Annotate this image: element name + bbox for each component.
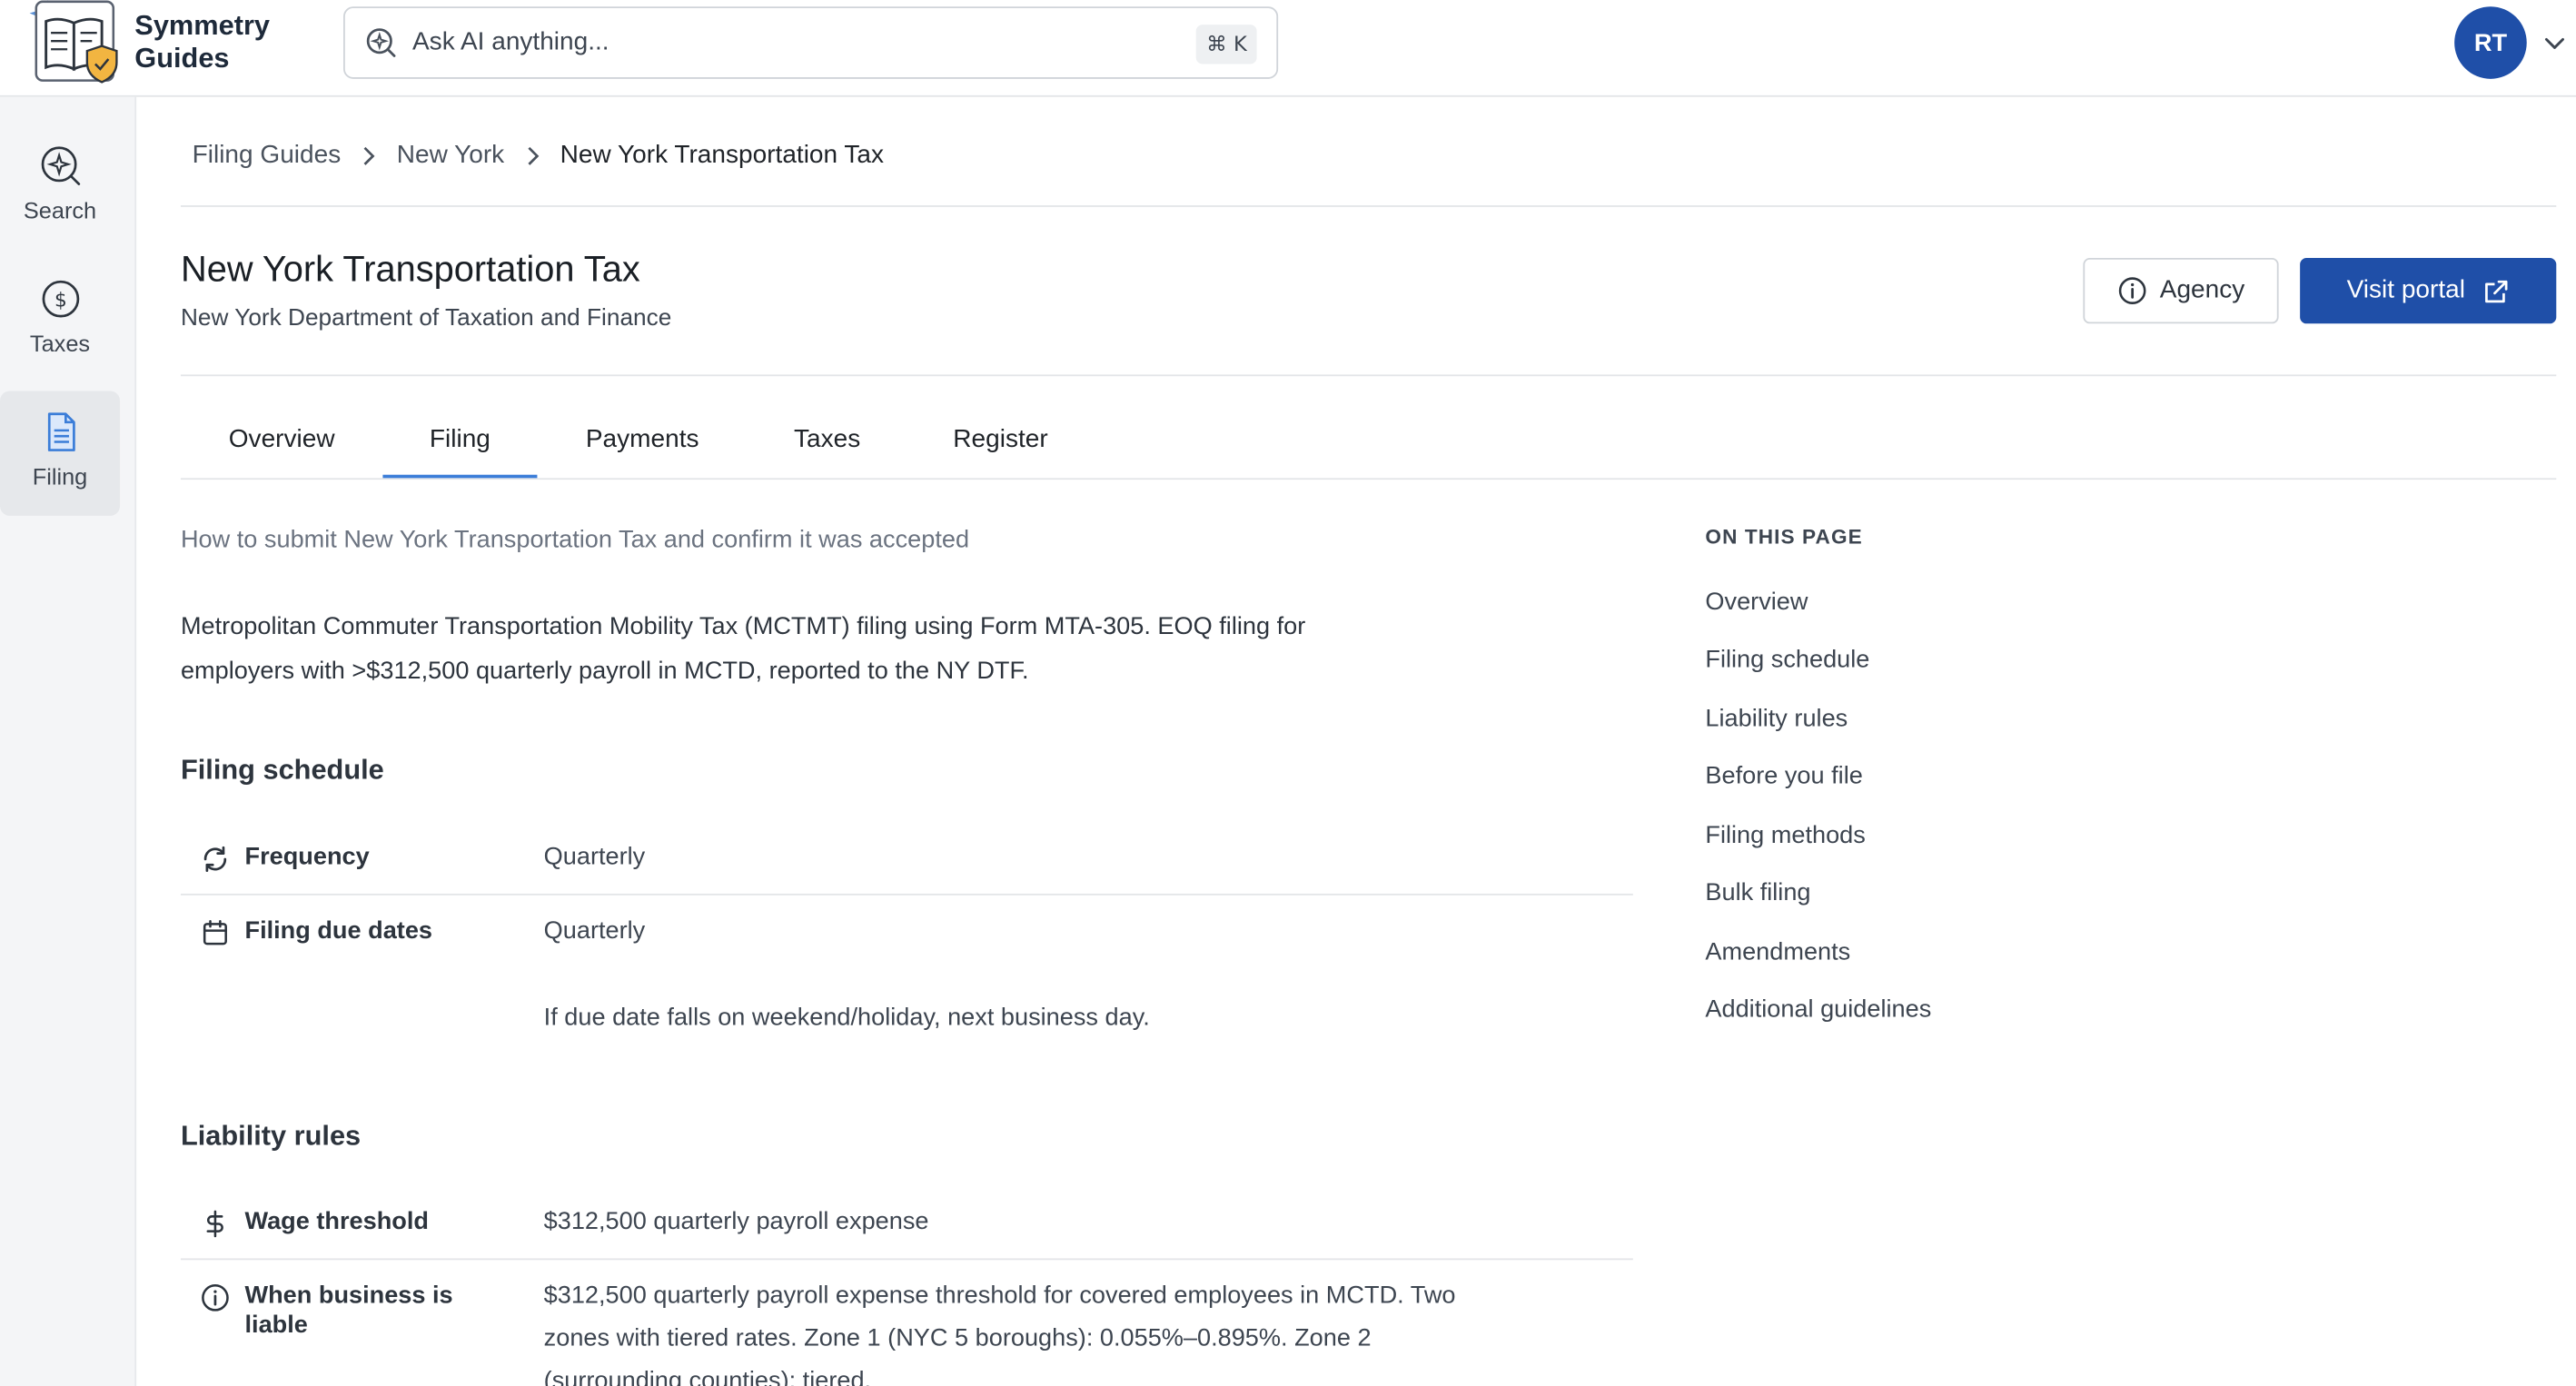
sidebar: Search $ Taxes Filing <box>0 96 137 1386</box>
visit-portal-button[interactable]: Visit portal <box>2300 257 2557 324</box>
sidebar-item-filing[interactable]: Filing <box>0 391 121 516</box>
when-liable-line: zones with tiered rates. Zone 1 (NYC 5 b… <box>543 1323 1372 1352</box>
page-description: Metropolitan Commuter Transportation Mob… <box>181 605 1495 694</box>
info-icon <box>2118 277 2145 304</box>
when-liable-line: $312,500 quarterly payroll expense thres… <box>543 1281 1456 1310</box>
when-liable-label: When business is <box>244 1281 453 1310</box>
due-dates-value: Quarterly <box>543 916 646 945</box>
refresh-icon <box>203 846 227 872</box>
search-shortcut-badge: ⌘ K <box>1196 25 1257 64</box>
divider <box>180 1258 1633 1261</box>
tab-register[interactable]: Register <box>907 412 1094 478</box>
tab-taxes[interactable]: Taxes <box>748 412 907 478</box>
page-title: New York Transportation Tax <box>180 248 640 290</box>
description-line: Metropolitan Commuter Transportation Mob… <box>180 612 1306 641</box>
filing-schedule-heading: Filing schedule <box>180 754 384 786</box>
visit-portal-label: Visit portal <box>2346 275 2465 304</box>
frequency-value: Quarterly <box>543 842 646 871</box>
calendar-icon <box>203 920 227 945</box>
brand-name[interactable]: Symmetry Guides <box>134 10 270 75</box>
description-line: employers with >$312,500 quarterly payro… <box>180 657 1029 686</box>
dollar-icon <box>206 1210 223 1238</box>
chevron-down-icon[interactable] <box>2543 31 2566 54</box>
toc-heading: ON THIS PAGE <box>1705 525 1863 549</box>
when-liable-label: liable <box>244 1311 308 1340</box>
toc-item-additional-guidelines[interactable]: Additional guidelines <box>1705 995 1931 1024</box>
sparkle-search-icon <box>40 146 80 185</box>
brand-line-1: Symmetry <box>134 9 271 42</box>
svg-text:$: $ <box>54 289 66 312</box>
sidebar-label-search: Search <box>23 197 97 223</box>
toc-item-overview[interactable]: Overview <box>1705 589 1808 617</box>
toc-item-amendments[interactable]: Amendments <box>1705 938 1850 966</box>
symmetry-guides-logo-icon[interactable] <box>23 0 118 89</box>
page-intro: How to submit New York Transportation Ta… <box>180 525 970 554</box>
due-dates-key: Filing due dates <box>201 916 432 947</box>
when-liable-value: $312,500 quarterly payroll expense thres… <box>544 1275 1633 1386</box>
divider <box>180 374 2557 377</box>
toc-item-before-you-file[interactable]: Before you file <box>1705 762 1862 790</box>
document-icon <box>46 412 74 451</box>
divider <box>180 893 1633 896</box>
tab-payments[interactable]: Payments <box>537 412 748 478</box>
divider <box>180 205 2557 207</box>
ask-ai-search-bar[interactable]: Ask AI anything... ⌘ K <box>343 6 1279 79</box>
agency-button-label: Agency <box>2159 275 2245 304</box>
external-link-icon <box>2484 279 2507 302</box>
tab-filing[interactable]: Filing <box>382 412 538 479</box>
chevron-right-icon <box>528 146 540 165</box>
toc-item-liability-rules[interactable]: Liability rules <box>1705 705 1848 733</box>
when-liable-key: When business is liable <box>201 1282 453 1341</box>
when-liable-line: (surrounding counties): tiered. <box>543 1366 872 1386</box>
wage-threshold-value: $312,500 quarterly payroll expense <box>543 1207 929 1236</box>
on-this-page-nav: ON THIS PAGE Overview Filing schedule Li… <box>1705 525 1931 1024</box>
brand-line-2: Guides <box>134 43 230 74</box>
info-icon <box>202 1284 229 1312</box>
page-subtitle: New York Department of Taxation and Fina… <box>180 305 672 332</box>
wage-threshold-label: Wage threshold <box>244 1207 429 1236</box>
user-avatar[interactable]: RT <box>2454 6 2527 79</box>
agency-button[interactable]: Agency <box>2083 257 2279 324</box>
wage-threshold-key: Wage threshold <box>201 1207 429 1238</box>
frequency-label: Frequency <box>244 842 370 871</box>
chevron-right-icon <box>364 146 376 165</box>
search-placeholder: Ask AI anything... <box>411 27 609 56</box>
dollar-circle-icon: $ <box>41 280 79 318</box>
top-bar: Symmetry Guides Ask AI anything... ⌘ K R… <box>0 0 2576 97</box>
sidebar-item-search[interactable]: Search <box>0 124 120 249</box>
due-dates-note: If due date falls on weekend/holiday, ne… <box>543 1004 1150 1032</box>
tab-overview[interactable]: Overview <box>181 412 382 478</box>
breadcrumb-filing-guides[interactable]: Filing Guides <box>193 142 342 172</box>
tab-bar: Overview Filing Payments Taxes Register <box>180 412 2557 480</box>
breadcrumb-current: New York Transportation Tax <box>560 141 885 170</box>
toc-item-filing-schedule[interactable]: Filing schedule <box>1705 646 1869 674</box>
breadcrumb-new-york[interactable]: New York <box>397 142 504 172</box>
toc-item-filing-methods[interactable]: Filing methods <box>1705 821 1865 849</box>
liability-rules-heading: Liability rules <box>180 1120 362 1152</box>
sidebar-label-filing: Filing <box>32 463 88 490</box>
toc-item-bulk-filing[interactable]: Bulk filing <box>1705 879 1810 907</box>
sidebar-item-taxes[interactable]: $ Taxes <box>0 258 120 382</box>
ai-search-icon <box>366 28 396 57</box>
breadcrumb: Filing Guides New York New York Transpor… <box>193 142 884 172</box>
sidebar-label-taxes: Taxes <box>29 330 91 357</box>
due-dates-label: Filing due dates <box>244 916 433 945</box>
frequency-key: Frequency <box>201 843 370 874</box>
